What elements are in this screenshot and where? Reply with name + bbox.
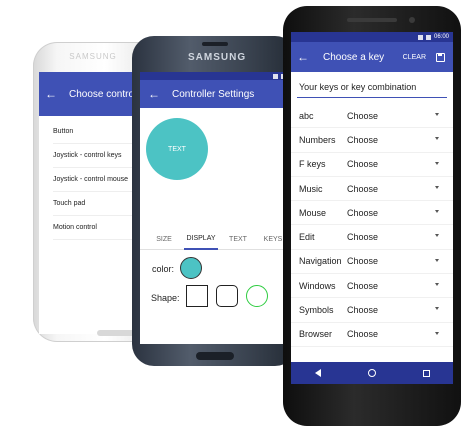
home-button	[196, 352, 234, 360]
dropdown-caret-icon	[435, 210, 439, 214]
controller-preview[interactable]: TEXT	[146, 118, 208, 180]
status-time: 06:00	[433, 34, 449, 40]
key-row[interactable]: Symbols Choose	[291, 298, 453, 323]
key-row[interactable]: Browser Choose	[291, 323, 453, 347]
shape-label: Shape:	[151, 293, 180, 303]
key-category-label: Mouse	[299, 207, 327, 218]
app-bar: ← Choose a key CLEAR	[291, 42, 453, 72]
phone-samsung: SAMSUNG ← Controller Settings TEXT SIZE …	[132, 36, 297, 366]
app-bar-title: Choose a key	[323, 51, 385, 63]
signal-icon	[273, 73, 278, 79]
back-arrow-icon[interactable]: ←	[297, 50, 315, 64]
controller-settings-screen: ← Controller Settings TEXT SIZE DISPLAY …	[140, 72, 290, 344]
phone-brand: SAMSUNG	[188, 52, 247, 63]
dropdown-caret-icon	[435, 307, 439, 311]
dropdown-caret-icon	[435, 161, 439, 165]
key-category-label: abc	[299, 110, 314, 121]
earpiece	[347, 18, 397, 22]
key-row[interactable]: Navigation Choose	[291, 250, 453, 275]
key-category-list: abc Choose Numbers Choose F keys Choose Mus…	[291, 104, 453, 347]
clear-button[interactable]: CLEAR	[403, 54, 426, 61]
key-category-label: Numbers	[299, 134, 336, 145]
battery-icon	[425, 34, 431, 40]
app-bar: ← Controller Settings	[140, 80, 290, 108]
nav-recents-icon[interactable]	[422, 369, 430, 377]
back-arrow-icon[interactable]: ←	[45, 87, 57, 101]
choose-key-screen: 06:00 ← Choose a key CLEAR Your keys or …	[291, 32, 453, 384]
shape-square-option[interactable]	[186, 285, 208, 307]
dropdown-caret-icon	[435, 113, 439, 116]
key-category-label: Symbols	[299, 305, 334, 316]
key-category-label: F keys	[299, 159, 326, 170]
dropdown-caret-icon	[435, 258, 439, 262]
save-icon[interactable]	[436, 52, 445, 62]
key-row[interactable]: Mouse Choose	[291, 201, 453, 226]
signal-icon	[417, 34, 423, 40]
key-category-label: Browser	[299, 329, 333, 340]
settings-tabs: SIZE DISPLAY TEXT KEYS	[140, 228, 290, 250]
navigation-bar	[291, 362, 453, 384]
shape-rounded-square-option[interactable]	[216, 285, 238, 307]
tab-text[interactable]: TEXT	[224, 228, 252, 250]
key-row[interactable]: Numbers Choose	[291, 128, 453, 153]
earpiece	[202, 42, 228, 46]
dropdown-caret-icon	[435, 137, 439, 141]
app-bar-title: Controller Settings	[172, 88, 255, 100]
nav-back-icon[interactable]	[314, 369, 321, 377]
nav-home-icon[interactable]	[367, 369, 376, 377]
key-category-label: Music	[299, 183, 323, 194]
key-category-label: Navigation	[299, 256, 342, 267]
status-bar	[140, 72, 290, 80]
preview-label: TEXT	[168, 145, 186, 153]
key-row[interactable]: Music Choose	[291, 177, 453, 202]
key-row[interactable]: Edit Choose	[291, 225, 453, 250]
key-combination-input[interactable]: Your keys or key combination	[297, 76, 447, 98]
tab-size[interactable]: SIZE	[152, 228, 176, 250]
phone-black: 06:00 ← Choose a key CLEAR Your keys or …	[283, 6, 461, 426]
shape-circle-option[interactable]	[246, 285, 268, 307]
key-row[interactable]: Windows Choose	[291, 274, 453, 299]
front-camera	[409, 17, 415, 23]
dropdown-caret-icon	[435, 331, 439, 335]
dropdown-caret-icon	[435, 234, 439, 238]
key-row[interactable]: abc Choose	[291, 104, 453, 129]
color-label: color:	[152, 264, 175, 274]
key-category-label: Windows	[299, 280, 336, 291]
key-category-label: Edit	[299, 232, 315, 243]
back-arrow-icon[interactable]: ←	[148, 87, 160, 101]
dropdown-caret-icon	[435, 283, 439, 287]
status-bar: 06:00	[291, 32, 453, 42]
color-swatch[interactable]	[180, 257, 202, 279]
tab-display[interactable]: DISPLAY	[184, 228, 218, 250]
dropdown-caret-icon	[435, 185, 439, 189]
key-row[interactable]: F keys Choose	[291, 153, 453, 177]
